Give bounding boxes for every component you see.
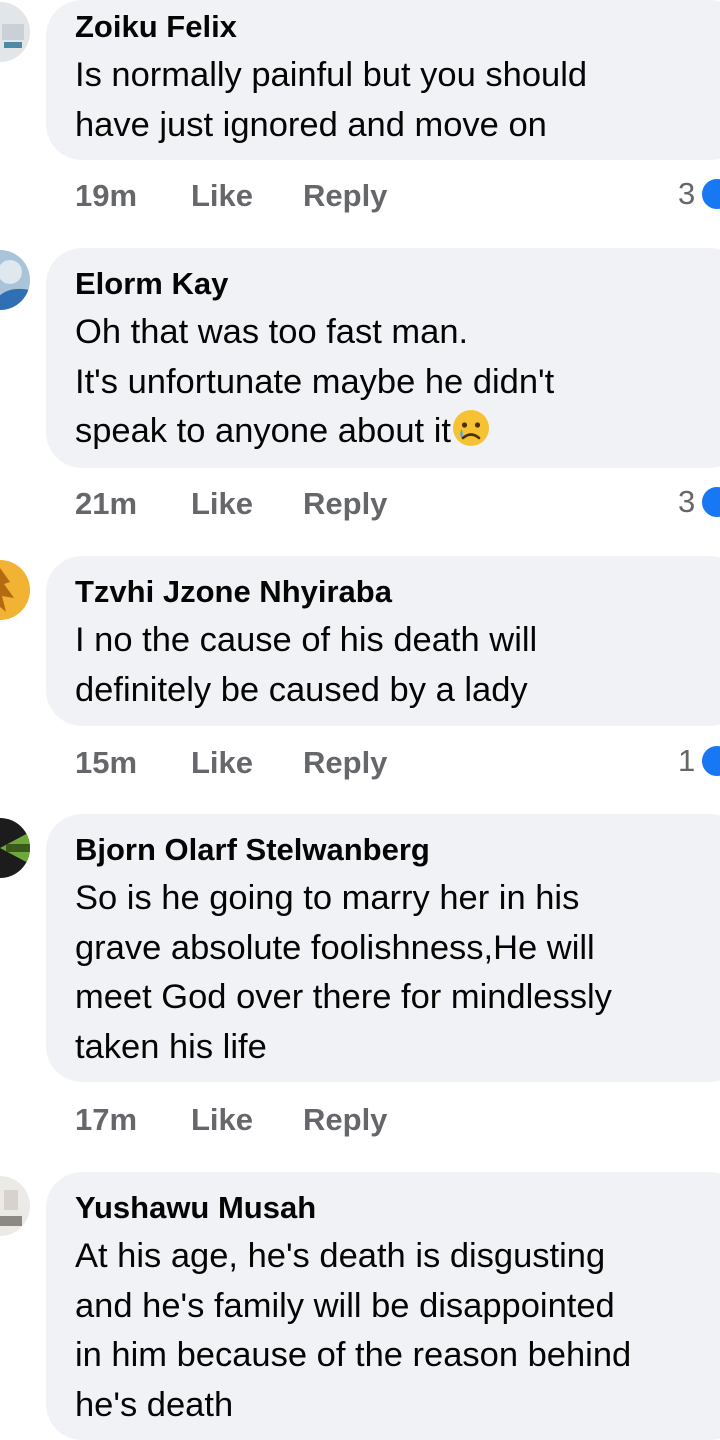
comment-text: Oh that was too fast man. It's unfortuna…	[75, 308, 706, 457]
like-button[interactable]: Like	[191, 484, 253, 524]
avatar[interactable]	[0, 1176, 30, 1236]
avatar-photo	[0, 250, 30, 310]
avatar-photo	[0, 818, 30, 878]
comment-time[interactable]: 15m	[75, 743, 137, 783]
comment-bubble: Elorm Kay Oh that was too fast man. It's…	[46, 248, 720, 468]
comment-time[interactable]: 19m	[75, 176, 137, 216]
comment-bubble: Bjorn Olarf Stelwanberg So is he going t…	[46, 814, 720, 1082]
crying-face-emoji	[452, 410, 489, 446]
comment-time[interactable]: 17m	[75, 1100, 137, 1140]
reaction-summary[interactable]: 3	[678, 174, 720, 214]
comment-time[interactable]: 21m	[75, 484, 137, 524]
avatar[interactable]	[0, 560, 30, 620]
comment-bubble: Tzvhi Jzone Nhyiraba I no the cause of h…	[46, 556, 720, 726]
avatar-photo	[0, 2, 30, 62]
avatar-photo	[0, 1176, 30, 1236]
comment-text: So is he going to marry her in his grave…	[75, 879, 612, 1066]
reply-button[interactable]: Reply	[303, 176, 387, 216]
reaction-summary[interactable]: 3	[678, 482, 720, 522]
like-button[interactable]: Like	[191, 743, 253, 783]
comment-bubble: Zoiku Felix Is normally painful but you …	[46, 0, 720, 160]
reply-button[interactable]: Reply	[303, 484, 387, 524]
reaction-count: 3	[678, 484, 696, 519]
like-icon	[699, 743, 720, 779]
reaction-count: 3	[678, 176, 696, 211]
like-icon	[699, 484, 720, 520]
comment-text: At his age, he's death is disgusting and…	[75, 1237, 632, 1424]
comment-author[interactable]: Bjorn Olarf Stelwanberg	[75, 832, 706, 868]
like-button[interactable]: Like	[191, 176, 253, 216]
comment-bubble: Yushawu Musah At his age, he's death is …	[46, 1172, 720, 1440]
like-icon	[699, 176, 720, 212]
avatar[interactable]	[0, 818, 30, 878]
reaction-summary[interactable]: 1	[678, 741, 720, 781]
reply-button[interactable]: Reply	[303, 743, 387, 783]
comment-text: I no the cause of his death will definit…	[75, 621, 538, 709]
reply-button[interactable]: Reply	[303, 1100, 387, 1140]
comment-author[interactable]: Zoiku Felix	[75, 9, 706, 45]
comment-author[interactable]: Tzvhi Jzone Nhyiraba	[75, 574, 706, 610]
avatar[interactable]	[0, 2, 30, 62]
reaction-count: 1	[678, 743, 696, 778]
comment-author[interactable]: Yushawu Musah	[75, 1190, 706, 1226]
like-button[interactable]: Like	[191, 1100, 253, 1140]
avatar[interactable]	[0, 250, 30, 310]
comment-author[interactable]: Elorm Kay	[75, 266, 706, 302]
comment-text: Is normally painful but you should have …	[75, 56, 588, 144]
avatar-photo	[0, 560, 30, 620]
